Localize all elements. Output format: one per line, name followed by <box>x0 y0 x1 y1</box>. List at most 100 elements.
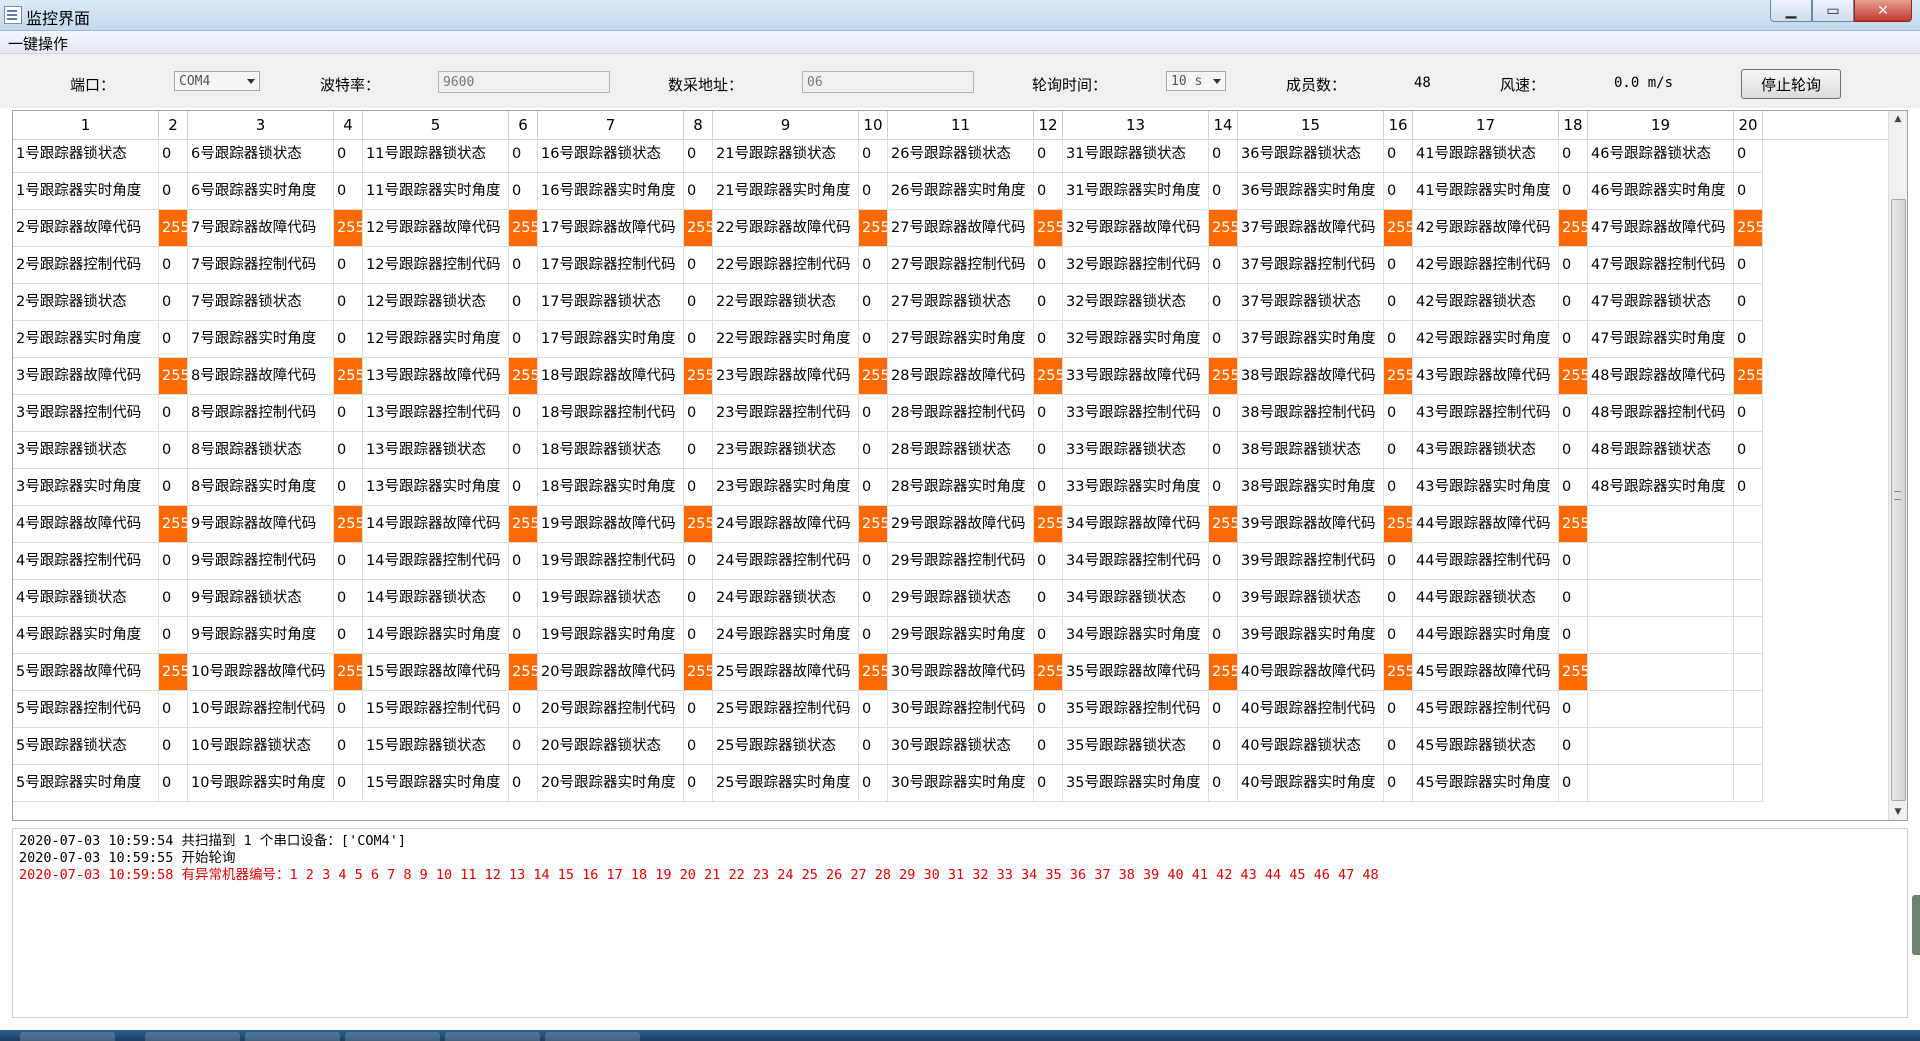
tracker-field-value[interactable]: 0 <box>684 284 713 321</box>
tracker-field-value[interactable]: 0 <box>1559 728 1588 765</box>
tracker-field-label[interactable]: 33号跟踪器故障代码 <box>1063 358 1209 395</box>
tracker-field-value[interactable]: 255 <box>1034 358 1063 395</box>
tracker-field-value[interactable] <box>1734 617 1763 654</box>
tracker-field-value[interactable]: 0 <box>334 173 363 210</box>
tracker-field-value[interactable]: 0 <box>684 432 713 469</box>
tracker-field-label[interactable]: 38号跟踪器故障代码 <box>1238 358 1384 395</box>
tracker-field-label[interactable]: 8号跟踪器实时角度 <box>188 469 334 506</box>
tracker-field-value[interactable]: 255 <box>1734 210 1763 247</box>
tracker-field-label[interactable] <box>1588 543 1734 580</box>
tracker-field-value[interactable]: 0 <box>509 580 538 617</box>
poll-interval-select[interactable]: 10 s <box>1166 71 1226 91</box>
tracker-field-label[interactable]: 25号跟踪器控制代码 <box>713 691 859 728</box>
column-header[interactable]: 7 <box>538 111 684 139</box>
tracker-field-value[interactable]: 0 <box>159 173 188 210</box>
tracker-field-label[interactable]: 37号跟踪器实时角度 <box>1238 321 1384 358</box>
tracker-field-label[interactable]: 32号跟踪器故障代码 <box>1063 210 1209 247</box>
tracker-field-value[interactable]: 0 <box>1384 432 1413 469</box>
tracker-field-value[interactable]: 0 <box>1209 247 1238 284</box>
tracker-field-value[interactable]: 0 <box>859 284 888 321</box>
tracker-field-value[interactable]: 0 <box>509 691 538 728</box>
tracker-field-label[interactable]: 10号跟踪器故障代码 <box>188 654 334 691</box>
tracker-field-value[interactable] <box>1734 506 1763 543</box>
tracker-field-label[interactable] <box>1588 506 1734 543</box>
tracker-field-value[interactable]: 0 <box>334 543 363 580</box>
column-header[interactable]: 20 <box>1734 111 1763 139</box>
tracker-field-value[interactable]: 255 <box>859 654 888 691</box>
tracker-field-label[interactable]: 9号跟踪器控制代码 <box>188 543 334 580</box>
vertical-scrollbar[interactable]: ▲ ▼ <box>1888 111 1907 820</box>
tracker-field-value[interactable]: 0 <box>1559 580 1588 617</box>
tracker-field-label[interactable]: 15号跟踪器实时角度 <box>363 765 509 802</box>
tracker-field-label[interactable]: 47号跟踪器锁状态 <box>1588 284 1734 321</box>
tracker-field-label[interactable]: 31号跟踪器实时角度 <box>1063 173 1209 210</box>
tracker-field-label[interactable]: 40号跟踪器控制代码 <box>1238 691 1384 728</box>
column-header[interactable]: 14 <box>1209 111 1238 139</box>
tracker-field-label[interactable]: 39号跟踪器故障代码 <box>1238 506 1384 543</box>
tracker-field-label[interactable]: 43号跟踪器锁状态 <box>1413 432 1559 469</box>
tracker-field-value[interactable]: 0 <box>1734 432 1763 469</box>
taskbar-item[interactable] <box>20 1032 115 1041</box>
tracker-field-label[interactable]: 30号跟踪器实时角度 <box>888 765 1034 802</box>
tracker-field-value[interactable]: 0 <box>859 728 888 765</box>
tracker-field-value[interactable]: 0 <box>1384 173 1413 210</box>
tracker-field-label[interactable]: 7号跟踪器故障代码 <box>188 210 334 247</box>
baud-field[interactable]: 9600 <box>438 71 610 93</box>
tracker-field-label[interactable]: 17号跟踪器实时角度 <box>538 321 684 358</box>
taskbar-item[interactable] <box>245 1032 340 1041</box>
tracker-field-value[interactable]: 0 <box>1734 284 1763 321</box>
tracker-field-label[interactable]: 48号跟踪器故障代码 <box>1588 358 1734 395</box>
tracker-field-value[interactable]: 0 <box>509 284 538 321</box>
tracker-field-label[interactable]: 17号跟踪器控制代码 <box>538 247 684 284</box>
tracker-field-label[interactable]: 19号跟踪器实时角度 <box>538 617 684 654</box>
tracker-field-value[interactable]: 255 <box>159 506 188 543</box>
tracker-field-value[interactable]: 0 <box>509 765 538 802</box>
tracker-field-label[interactable]: 5号跟踪器锁状态 <box>13 728 159 765</box>
tracker-field-value[interactable]: 0 <box>1559 765 1588 802</box>
tracker-field-label[interactable] <box>1588 580 1734 617</box>
tracker-field-label[interactable]: 46号跟踪器实时角度 <box>1588 173 1734 210</box>
column-header[interactable]: 3 <box>188 111 334 139</box>
tracker-field-value[interactable]: 255 <box>159 358 188 395</box>
tracker-field-label[interactable]: 15号跟踪器控制代码 <box>363 691 509 728</box>
tracker-field-label[interactable]: 11号跟踪器实时角度 <box>363 173 509 210</box>
tracker-field-value[interactable]: 0 <box>1209 321 1238 358</box>
tracker-field-value[interactable]: 0 <box>859 136 888 173</box>
column-header[interactable]: 18 <box>1559 111 1588 139</box>
tracker-field-value[interactable]: 0 <box>1384 284 1413 321</box>
side-handle[interactable] <box>1912 895 1920 955</box>
tracker-field-value[interactable]: 255 <box>859 210 888 247</box>
tracker-field-value[interactable]: 0 <box>859 173 888 210</box>
tracker-field-value[interactable]: 0 <box>159 469 188 506</box>
tracker-field-value[interactable]: 255 <box>859 358 888 395</box>
tracker-field-value[interactable]: 0 <box>859 432 888 469</box>
tracker-field-value[interactable]: 0 <box>509 728 538 765</box>
tracker-field-value[interactable]: 255 <box>1384 654 1413 691</box>
tracker-field-label[interactable]: 7号跟踪器锁状态 <box>188 284 334 321</box>
tracker-field-value[interactable]: 0 <box>859 543 888 580</box>
scroll-thumb[interactable] <box>1891 199 1906 801</box>
tracker-field-value[interactable]: 0 <box>1034 395 1063 432</box>
tracker-field-value[interactable]: 0 <box>1209 728 1238 765</box>
tracker-field-value[interactable]: 0 <box>509 247 538 284</box>
tracker-field-value[interactable]: 0 <box>159 691 188 728</box>
tracker-field-value[interactable]: 255 <box>684 506 713 543</box>
tracker-field-value[interactable]: 0 <box>1209 469 1238 506</box>
tracker-field-value[interactable]: 255 <box>1384 210 1413 247</box>
tracker-field-label[interactable]: 10号跟踪器实时角度 <box>188 765 334 802</box>
column-header[interactable]: 13 <box>1063 111 1209 139</box>
tracker-field-label[interactable]: 2号跟踪器锁状态 <box>13 284 159 321</box>
tracker-field-label[interactable]: 15号跟踪器故障代码 <box>363 654 509 691</box>
tracker-field-label[interactable]: 12号跟踪器故障代码 <box>363 210 509 247</box>
tracker-field-value[interactable]: 0 <box>684 321 713 358</box>
tracker-field-value[interactable]: 0 <box>1384 580 1413 617</box>
tracker-field-value[interactable]: 0 <box>1209 765 1238 802</box>
close-button[interactable]: ✕ <box>1854 0 1912 22</box>
tracker-field-value[interactable]: 0 <box>1034 765 1063 802</box>
tracker-field-label[interactable]: 40号跟踪器故障代码 <box>1238 654 1384 691</box>
tracker-field-label[interactable]: 44号跟踪器控制代码 <box>1413 543 1559 580</box>
tracker-field-label[interactable]: 14号跟踪器故障代码 <box>363 506 509 543</box>
tracker-field-value[interactable]: 255 <box>334 506 363 543</box>
tracker-field-label[interactable]: 29号跟踪器控制代码 <box>888 543 1034 580</box>
address-field[interactable]: 06 <box>802 71 974 93</box>
